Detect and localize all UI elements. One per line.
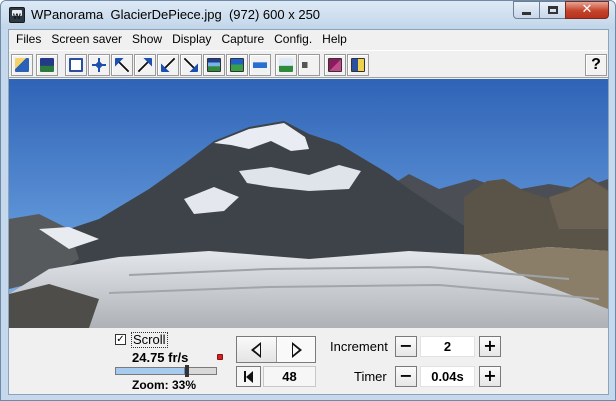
maximize-icon	[547, 6, 558, 14]
scroll-down-right-icon	[184, 58, 198, 72]
book-icon	[328, 58, 342, 72]
help-book-icon	[351, 58, 365, 72]
scroll-down-right-button[interactable]	[180, 54, 202, 76]
increment-plus-button[interactable]: +	[479, 336, 501, 357]
increment-minus-button[interactable]: −	[395, 336, 417, 357]
wpanorama-app-icon[interactable]	[9, 7, 25, 23]
first-frame-button[interactable]	[236, 366, 261, 387]
menu-config[interactable]: Config.	[269, 30, 317, 49]
scroll-direction-group	[236, 336, 316, 363]
sound-button[interactable]	[298, 54, 320, 76]
menu-capture[interactable]: Capture	[216, 30, 269, 49]
skip-start-arrow	[246, 371, 253, 383]
open-file-button[interactable]	[11, 54, 33, 76]
strip-view-icon	[253, 58, 267, 72]
move-icon	[92, 58, 106, 72]
scroll-checkbox[interactable]: ✓	[115, 334, 126, 345]
menu-screen-saver[interactable]: Screen saver	[46, 30, 127, 49]
full-size-button[interactable]	[65, 54, 87, 76]
strip-view-button[interactable]	[249, 54, 271, 76]
landscape-icon	[279, 58, 293, 72]
increment-value[interactable]: 2	[420, 336, 475, 357]
scroll-label[interactable]: Scroll	[131, 332, 168, 348]
menu-show[interactable]: Show	[127, 30, 167, 49]
frame-rate-readout: 24.75 fr/s	[132, 350, 189, 365]
app-window: WPanorama GlacierDePiece.jpg (972) 600 x…	[0, 0, 616, 401]
increment-label: Increment	[330, 339, 388, 354]
scroll-up-left-icon	[115, 58, 129, 72]
zoom-readout: Zoom: 33%	[132, 378, 197, 392]
open-image-icon	[40, 58, 54, 72]
landscape-button[interactable]	[275, 54, 297, 76]
sound-icon	[302, 58, 316, 72]
wallpaper-button[interactable]	[226, 54, 248, 76]
glacier-panorama-image	[9, 79, 608, 328]
open-file-icon	[15, 58, 29, 72]
scroll-right-button[interactable]	[276, 337, 315, 362]
arrow-left-icon	[251, 342, 261, 358]
control-panel: ✓ Scroll 24.75 fr/s Zoom: 33% 48 Increme…	[9, 328, 608, 394]
open-image-button[interactable]	[36, 54, 58, 76]
speaker-icon[interactable]	[217, 354, 223, 360]
minimize-button[interactable]	[513, 1, 539, 19]
panorama-view[interactable]	[9, 79, 608, 328]
zoom-slider-fill	[116, 368, 185, 374]
scroll-up-right-icon	[138, 58, 152, 72]
scroll-up-left-button[interactable]	[111, 54, 133, 76]
menu-bar: Files Screen saver Show Display Capture …	[9, 30, 608, 49]
screen-saver-icon	[207, 58, 221, 72]
help-button[interactable]: ?	[585, 54, 607, 76]
help-book-button[interactable]	[347, 54, 369, 76]
timer-plus-button[interactable]: +	[479, 366, 501, 387]
window-title: WPanorama GlacierDePiece.jpg (972) 600 x…	[31, 7, 321, 22]
timer-minus-button[interactable]: −	[395, 366, 417, 387]
window-controls: ✕	[513, 1, 609, 19]
menu-help[interactable]: Help	[317, 30, 352, 49]
menu-display[interactable]: Display	[167, 30, 216, 49]
scroll-down-left-button[interactable]	[157, 54, 179, 76]
minimize-icon	[522, 11, 531, 15]
menu-files[interactable]: Files	[11, 30, 46, 49]
full-size-icon	[69, 58, 83, 72]
move-button[interactable]	[88, 54, 110, 76]
frame-number: 48	[263, 366, 316, 387]
arrow-right-icon	[292, 342, 302, 358]
wallpaper-icon	[230, 58, 244, 72]
screen-saver-button[interactable]	[203, 54, 225, 76]
question-icon: ?	[591, 56, 601, 73]
client-area: Files Screen saver Show Display Capture …	[8, 29, 609, 395]
timer-label: Timer	[354, 369, 387, 384]
close-icon: ✕	[581, 2, 593, 17]
toolbar: ?	[9, 50, 608, 78]
scroll-down-left-icon	[161, 58, 175, 72]
scroll-up-right-button[interactable]	[134, 54, 156, 76]
maximize-button[interactable]	[539, 1, 565, 19]
close-button[interactable]: ✕	[565, 1, 609, 19]
timer-value[interactable]: 0.04s	[420, 366, 475, 387]
scroll-left-button[interactable]	[237, 337, 276, 362]
title-bar[interactable]: WPanorama GlacierDePiece.jpg (972) 600 x…	[1, 1, 615, 29]
zoom-slider-thumb[interactable]	[185, 365, 189, 377]
book-button[interactable]	[324, 54, 346, 76]
zoom-slider[interactable]	[115, 365, 217, 377]
